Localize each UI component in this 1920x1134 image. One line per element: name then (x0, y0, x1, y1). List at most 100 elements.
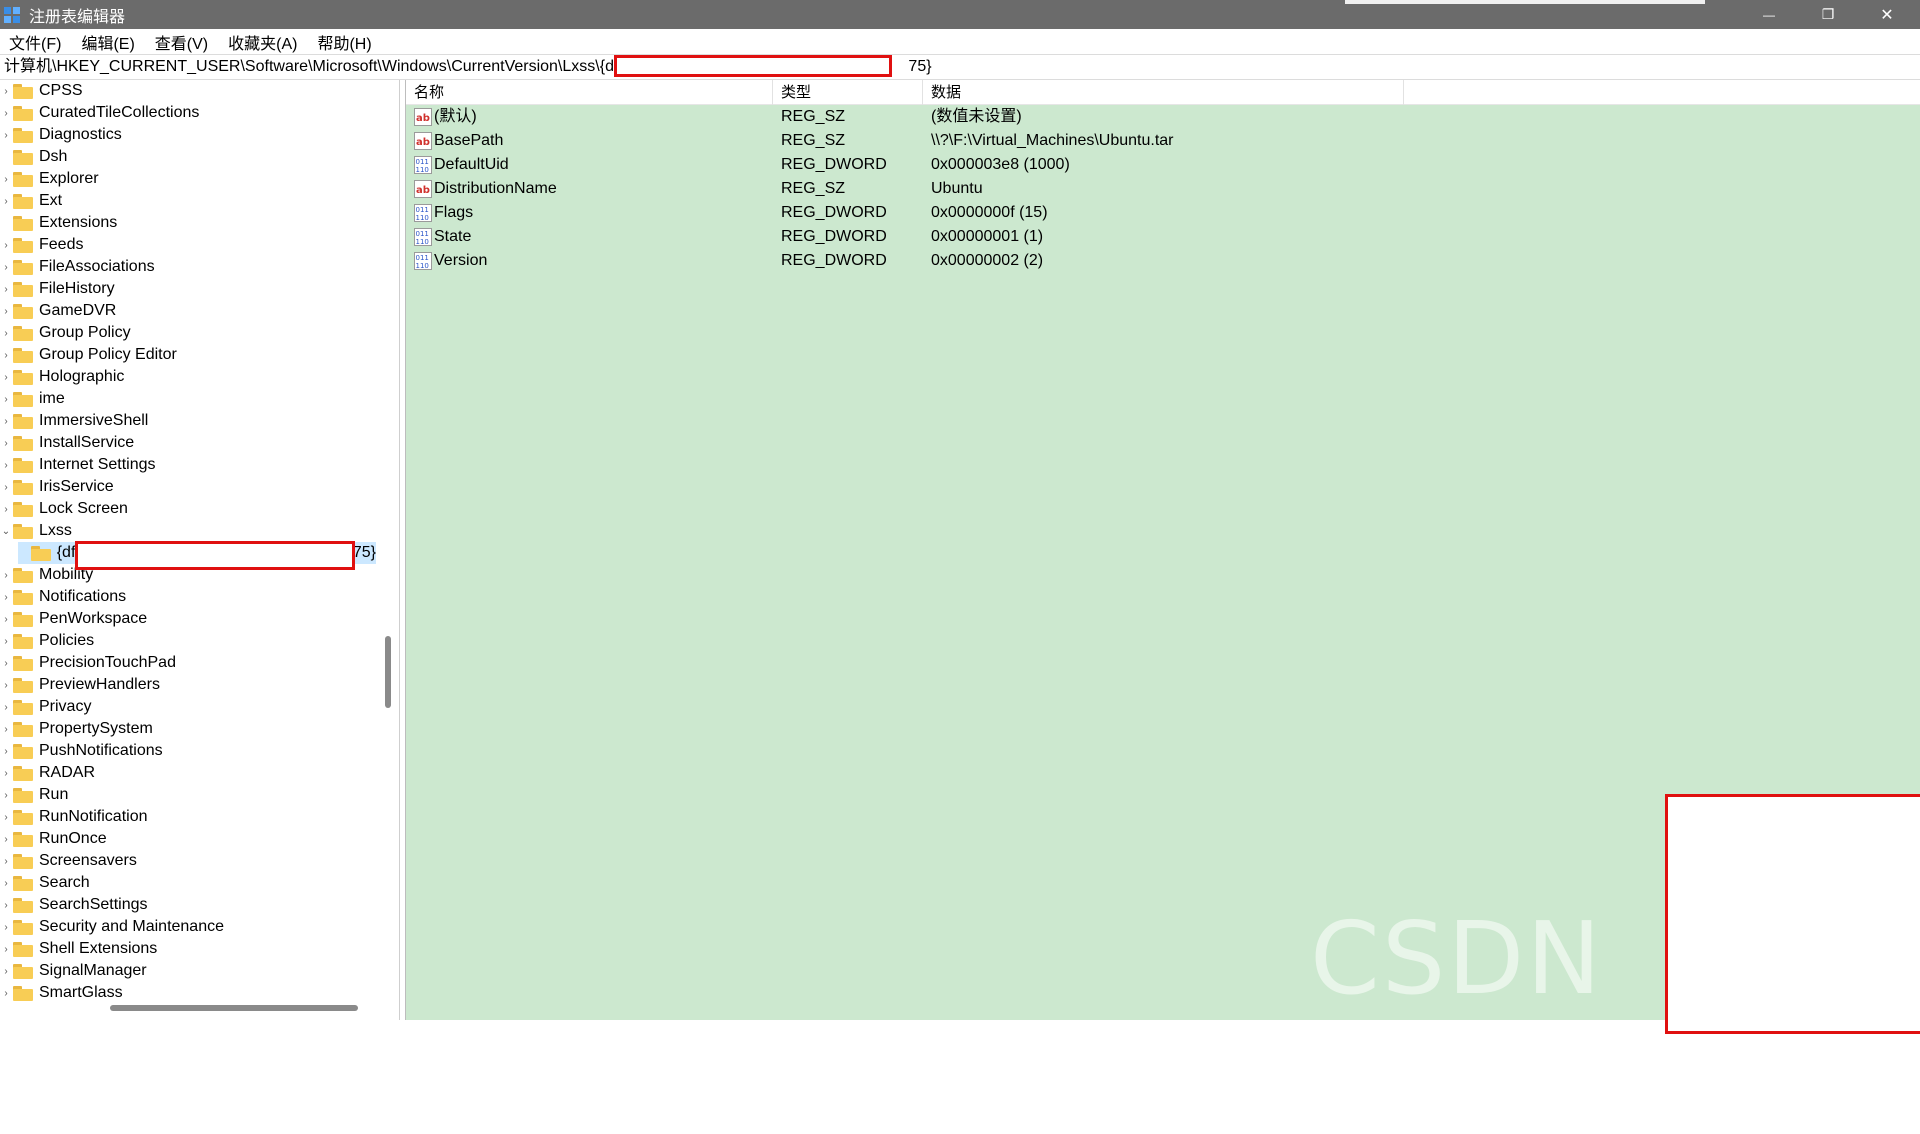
tree-item[interactable]: › Explorer (0, 168, 98, 190)
chevron-right-icon[interactable]: › (0, 944, 12, 955)
tree-item[interactable]: › SignalManager (0, 960, 146, 982)
chevron-right-icon[interactable]: › (0, 196, 12, 207)
tree-item[interactable]: › FileHistory (0, 278, 114, 300)
tree-item[interactable]: › RunOnce (0, 828, 106, 850)
tree-horizontal-scrollbar[interactable] (110, 1005, 358, 1011)
value-row[interactable]: ab DistributionName REG_SZ Ubuntu (406, 177, 1920, 201)
column-header-name[interactable]: 名称 (406, 80, 773, 105)
tree-item[interactable]: › Group Policy (0, 322, 130, 344)
chevron-right-icon[interactable]: › (0, 86, 12, 97)
column-header-data[interactable]: 数据 (923, 80, 1404, 105)
chevron-right-icon[interactable]: › (0, 680, 12, 691)
column-header-type[interactable]: 类型 (773, 80, 923, 105)
chevron-right-icon[interactable]: › (0, 460, 12, 471)
chevron-right-icon[interactable]: › (0, 922, 12, 933)
value-row[interactable]: ab BasePath REG_SZ \\?\F:\Virtual_Machines\… (406, 129, 1920, 153)
menu-file[interactable]: 文件(F) (0, 30, 71, 54)
tree-item[interactable]: › CuratedTileCollections (0, 102, 199, 124)
tree-item[interactable]: › Ext (0, 190, 62, 212)
chevron-right-icon[interactable]: › (0, 790, 12, 801)
tree-item[interactable]: › Diagnostics (0, 124, 121, 146)
tree-item[interactable]: › FileAssociations (0, 256, 154, 278)
value-row[interactable]: 011 110 Version REG_DWORD 0x00000002 (2) (406, 249, 1920, 273)
chevron-right-icon[interactable]: › (0, 878, 12, 889)
chevron-right-icon[interactable]: › (0, 284, 12, 295)
chevron-right-icon[interactable]: › (0, 636, 12, 647)
tree-item[interactable]: › Run (0, 784, 68, 806)
chevron-right-icon[interactable]: › (0, 834, 12, 845)
chevron-right-icon[interactable]: › (0, 262, 12, 273)
value-row[interactable]: 011 110 Flags REG_DWORD 0x0000000f (15) (406, 201, 1920, 225)
menu-edit[interactable]: 编辑(E) (71, 30, 144, 54)
chevron-right-icon[interactable]: › (0, 812, 12, 823)
menu-help[interactable]: 帮助(H) (307, 30, 381, 54)
tree-item[interactable]: › ime (0, 388, 64, 410)
chevron-right-icon[interactable]: › (0, 130, 12, 141)
chevron-right-icon[interactable]: › (0, 482, 12, 493)
tree-item[interactable]: › Holographic (0, 366, 124, 388)
tree-item[interactable]: › CPSS (0, 80, 82, 102)
value-row[interactable]: ab (默认) REG_SZ (数值未设置) (406, 105, 1920, 129)
chevron-right-icon[interactable]: › (0, 394, 12, 405)
chevron-right-icon[interactable]: › (0, 438, 12, 449)
maximize-button[interactable]: ❐ (1799, 0, 1857, 29)
chevron-right-icon[interactable]: › (0, 174, 12, 185)
tree-item[interactable]: › Search (0, 872, 89, 894)
tree-item[interactable]: › Shell Extensions (0, 938, 157, 960)
tree-item[interactable]: › RunNotification (0, 806, 147, 828)
menu-favorites[interactable]: 收藏夹(A) (218, 30, 307, 54)
tree-item[interactable]: › Privacy (0, 696, 91, 718)
chevron-right-icon[interactable]: › (0, 350, 12, 361)
chevron-right-icon[interactable]: › (0, 900, 12, 911)
tree-item[interactable]: Extensions (0, 212, 117, 234)
value-row[interactable]: 011 110 DefaultUid REG_DWORD 0x000003e8 (100… (406, 153, 1920, 177)
tree-item[interactable]: › Internet Settings (0, 454, 155, 476)
chevron-right-icon[interactable]: › (0, 372, 12, 383)
tree-item[interactable]: › PrecisionTouchPad (0, 652, 176, 674)
chevron-right-icon[interactable]: › (0, 702, 12, 713)
tree-item[interactable]: › PreviewHandlers (0, 674, 160, 696)
chevron-right-icon[interactable]: › (0, 592, 12, 603)
tree-item[interactable]: › Policies (0, 630, 94, 652)
tree-item[interactable]: ⌄ Lxss (0, 520, 72, 542)
close-button[interactable]: ✕ (1858, 0, 1916, 29)
tree-item[interactable]: › ImmersiveShell (0, 410, 148, 432)
chevron-right-icon[interactable]: › (0, 614, 12, 625)
tree-item[interactable]: › Screensavers (0, 850, 137, 872)
tree-item[interactable]: › SearchSettings (0, 894, 147, 916)
chevron-right-icon[interactable]: › (0, 306, 12, 317)
value-row[interactable]: 011 110 State REG_DWORD 0x00000001 (1) (406, 225, 1920, 249)
tree-item[interactable]: › PropertySystem (0, 718, 152, 740)
chevron-right-icon[interactable]: › (0, 856, 12, 867)
chevron-right-icon[interactable]: › (0, 746, 12, 757)
tree-item[interactable]: › Feeds (0, 234, 83, 256)
chevron-right-icon[interactable]: › (0, 240, 12, 251)
chevron-right-icon[interactable]: › (0, 416, 12, 427)
chevron-right-icon[interactable]: › (0, 108, 12, 119)
chevron-right-icon[interactable]: › (0, 966, 12, 977)
tree-item[interactable]: › RADAR (0, 762, 95, 784)
tree-item[interactable]: › GameDVR (0, 300, 116, 322)
tree-item[interactable]: › Lock Screen (0, 498, 128, 520)
menu-view[interactable]: 查看(V) (145, 30, 218, 54)
tree-item[interactable]: › InstallService (0, 432, 134, 454)
tree-item[interactable]: › SmartGlass (0, 982, 122, 1004)
address-bar[interactable]: 计算机\HKEY_CURRENT_USER\Software\Microsoft… (0, 54, 1920, 80)
tree-item[interactable]: › Security and Maintenance (0, 916, 224, 938)
tree-item[interactable]: › PushNotifications (0, 740, 162, 762)
tree-item[interactable]: › Group Policy Editor (0, 344, 177, 366)
tree-item[interactable]: › Notifications (0, 586, 126, 608)
chevron-right-icon[interactable]: › (0, 724, 12, 735)
tree-item[interactable]: › PenWorkspace (0, 608, 147, 630)
tree-item[interactable]: › IrisService (0, 476, 113, 498)
chevron-right-icon[interactable]: › (0, 328, 12, 339)
minimize-button[interactable]: — (1740, 0, 1798, 29)
chevron-right-icon[interactable]: › (0, 570, 12, 581)
tree-vertical-scrollbar[interactable] (385, 636, 391, 708)
chevron-down-icon[interactable]: ⌄ (0, 526, 12, 537)
chevron-right-icon[interactable]: › (0, 988, 12, 999)
chevron-right-icon[interactable]: › (0, 658, 12, 669)
chevron-right-icon[interactable]: › (0, 504, 12, 515)
chevron-right-icon[interactable]: › (0, 768, 12, 779)
tree-item[interactable]: Dsh (0, 146, 67, 168)
